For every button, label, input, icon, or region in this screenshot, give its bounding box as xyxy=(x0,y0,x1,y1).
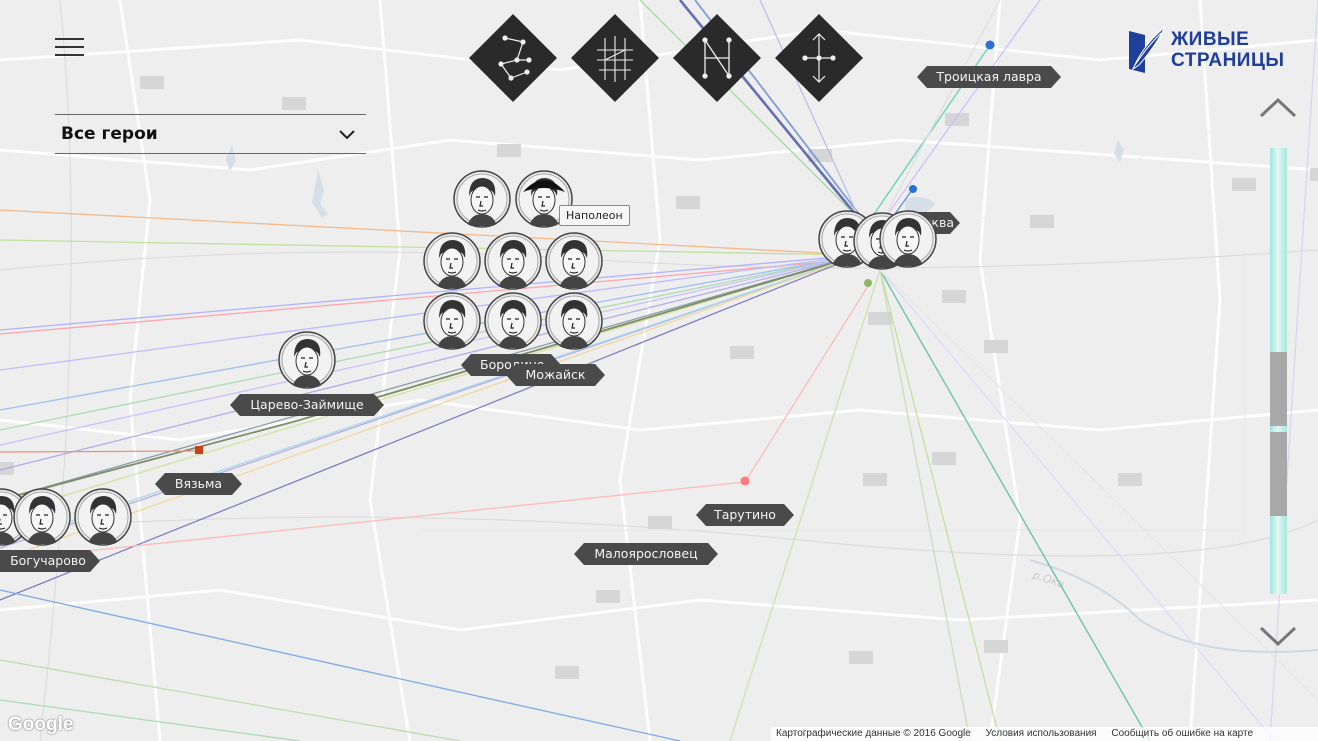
hero-portrait[interactable] xyxy=(545,232,603,290)
place-label-bogucharovo[interactable]: Богучарово xyxy=(0,550,100,572)
hero-tooltip: Наполеон xyxy=(559,205,630,226)
hero-portrait[interactable] xyxy=(74,488,132,546)
hero-portrait[interactable] xyxy=(545,292,603,350)
constellation-mode-icon[interactable] xyxy=(467,12,559,104)
chevron-down-icon xyxy=(339,130,355,140)
location-dot-troitskaya[interactable] xyxy=(985,40,995,50)
map-data-text: Картографические данные © 2016 Google xyxy=(776,728,971,739)
google-logo[interactable]: Google xyxy=(8,714,73,736)
place-label-mozhaisk[interactable]: Можайск xyxy=(506,364,605,386)
hero-filter-value: Все герои xyxy=(61,124,158,144)
location-dot[interactable] xyxy=(864,279,872,287)
location-dot-tarutino[interactable] xyxy=(740,476,750,486)
place-label-tsarevo[interactable]: Царево-Займище xyxy=(230,394,384,416)
place-label-vyazma[interactable]: Вязьма xyxy=(155,473,242,495)
location-dot-vyazma[interactable] xyxy=(195,446,203,454)
timeline-handle-top[interactable] xyxy=(1270,352,1287,426)
hamburger-menu-icon[interactable] xyxy=(55,38,85,58)
chevron-up-icon[interactable] xyxy=(1258,96,1298,122)
terms-link[interactable]: Условия использования xyxy=(986,728,1097,739)
logo-line1: ЖИВЫЕ xyxy=(1171,29,1250,50)
quill-book-icon xyxy=(1129,26,1166,73)
hero-portrait[interactable] xyxy=(453,170,511,228)
place-label-troitskaya[interactable]: Троицкая лавра xyxy=(917,66,1061,88)
tree-mode-icon[interactable] xyxy=(773,12,865,104)
grid-mode-icon[interactable] xyxy=(569,12,661,104)
hero-portrait[interactable] xyxy=(484,232,542,290)
report-error-link[interactable]: Сообщить об ошибке на карте xyxy=(1111,728,1253,739)
place-label-tarutino[interactable]: Тарутино xyxy=(696,504,794,526)
timeline-handle-bottom[interactable] xyxy=(1270,432,1287,516)
hero-filter-select[interactable]: Все герои xyxy=(55,114,366,154)
logo-line2: СТРАНИЦЫ xyxy=(1171,50,1285,71)
hero-portrait[interactable] xyxy=(278,331,336,389)
project-logo[interactable]: ЖИВЫЕ СТРАНИЦЫ xyxy=(1125,25,1305,77)
place-label-maloyaroslavets[interactable]: Малоярословец xyxy=(574,543,718,565)
map-attribution: Картографические данные © 2016 Google Ус… xyxy=(771,727,1318,741)
map-canvas[interactable]: р.Ока xyxy=(0,0,1318,741)
hero-portrait[interactable] xyxy=(423,292,481,350)
hero-portrait[interactable] xyxy=(879,210,937,268)
hero-portrait[interactable] xyxy=(13,488,71,546)
hero-portrait[interactable] xyxy=(484,292,542,350)
letter-mode-icon[interactable] xyxy=(671,12,763,104)
hero-portrait[interactable] xyxy=(423,232,481,290)
location-dot[interactable] xyxy=(909,185,917,193)
chevron-down-icon[interactable] xyxy=(1258,622,1298,648)
